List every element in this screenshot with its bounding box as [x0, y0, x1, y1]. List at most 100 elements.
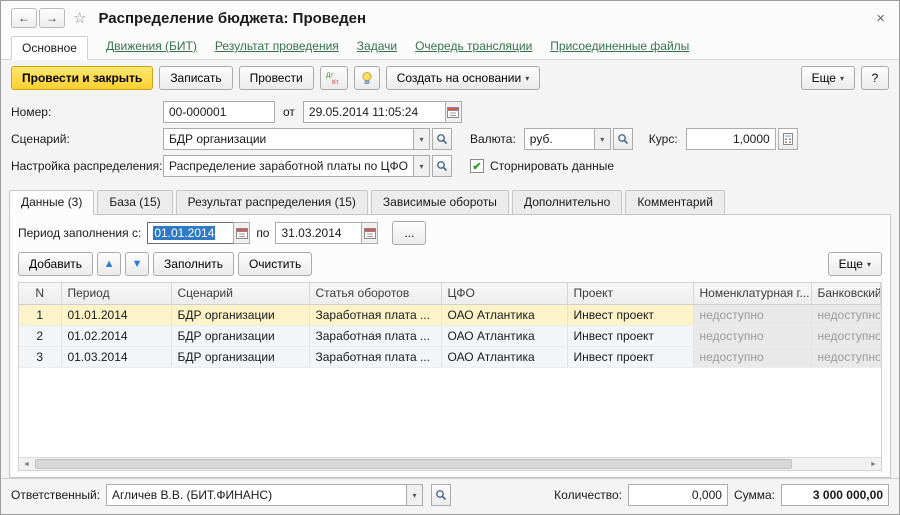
add-row-button[interactable]: Добавить [18, 252, 93, 276]
table-row[interactable]: 2 01.02.2014 БДР организации Заработная … [19, 325, 881, 346]
table-cell[interactable]: 01.03.2014 [61, 346, 171, 367]
create-on-basis-button[interactable]: Создать на основании ▾ [386, 66, 541, 90]
period-to-calendar-button[interactable] [361, 222, 378, 244]
move-row-down-button[interactable]: ▼ [125, 252, 149, 276]
table-cell[interactable]: 2 [19, 325, 61, 346]
table-cell[interactable]: БДР организации [171, 325, 309, 346]
storno-label: Сторнировать данные [490, 159, 614, 173]
table-cell: недоступно [693, 304, 811, 325]
responsible-input[interactable]: Агличев В.В. (БИТ.ФИНАНС) [106, 484, 406, 506]
table-cell[interactable]: Заработная плата ... [309, 304, 441, 325]
rate-calculator-button[interactable] [778, 128, 798, 150]
nav-link-attached-files[interactable]: Присоединенные файлы [550, 39, 689, 59]
create-on-basis-label: Создать на основании [397, 71, 522, 85]
footer-bar: Ответственный: Агличев В.В. (БИТ.ФИНАНС)… [1, 478, 899, 514]
scenario-open-button[interactable] [432, 128, 452, 150]
currency-input[interactable]: руб. [524, 128, 594, 150]
sum-input[interactable]: 3 000 000,00 [781, 484, 889, 506]
scrollbar-track[interactable] [34, 458, 866, 470]
table-row[interactable]: 3 01.03.2014 БДР организации Заработная … [19, 346, 881, 367]
help-button[interactable]: ? [861, 66, 889, 90]
table-cell[interactable]: Заработная плата ... [309, 325, 441, 346]
table-cell[interactable]: БДР организации [171, 304, 309, 325]
dtkt-button[interactable]: Дт Кт [320, 66, 348, 90]
table-cell[interactable]: Заработная плата ... [309, 346, 441, 367]
period-to-input[interactable]: 31.03.2014 [275, 222, 361, 244]
table-cell[interactable]: ОАО Атлантика [441, 304, 567, 325]
column-header-cfo[interactable]: ЦФО [441, 283, 567, 304]
column-header-scenario[interactable]: Сценарий [171, 283, 309, 304]
number-label: Номер: [11, 105, 163, 119]
table-cell[interactable]: ОАО Атлантика [441, 346, 567, 367]
tab-distribution-result[interactable]: Результат распределения (15) [176, 190, 368, 215]
column-header-n[interactable]: N [19, 283, 61, 304]
currency-open-button[interactable] [613, 128, 633, 150]
table-cell[interactable]: ОАО Атлантика [441, 325, 567, 346]
table-cell[interactable]: 3 [19, 346, 61, 367]
table-cell[interactable]: Инвест проект [567, 304, 693, 325]
table-more-button[interactable]: Еще ▾ [828, 252, 882, 276]
distribution-setting-dropdown-button[interactable]: ▾ [413, 155, 430, 177]
column-header-period[interactable]: Период [61, 283, 171, 304]
scrollbar-thumb[interactable] [35, 459, 792, 469]
fill-button[interactable]: Заполнить [153, 252, 234, 276]
data-table: N Период Сценарий Статья оборотов ЦФО Пр… [19, 283, 881, 368]
more-button[interactable]: Еще ▾ [801, 66, 855, 90]
distribution-setting-input[interactable]: Распределение заработной платы по ЦФО [163, 155, 413, 177]
lamp-button[interactable] [354, 66, 380, 90]
document-date-input[interactable]: 29.05.2014 11:05:24 [303, 101, 445, 123]
table-cell[interactable]: 1 [19, 304, 61, 325]
distribution-setting-open-button[interactable] [432, 155, 452, 177]
table-header-row: N Период Сценарий Статья оборотов ЦФО Пр… [19, 283, 881, 304]
clear-button[interactable]: Очистить [238, 252, 312, 276]
forward-button[interactable]: → [39, 8, 65, 28]
tab-comment[interactable]: Комментарий [625, 190, 725, 215]
scroll-right-button[interactable]: ► [866, 458, 881, 470]
close-icon[interactable]: × [872, 10, 889, 27]
horizontal-scrollbar[interactable]: ◄ ► [19, 457, 881, 470]
scroll-right-icon: ► [870, 461, 877, 468]
magnifier-icon [436, 133, 448, 145]
column-header-project[interactable]: Проект [567, 283, 693, 304]
nav-link-movements[interactable]: Движения (БИТ) [106, 39, 197, 59]
table-cell[interactable]: БДР организации [171, 346, 309, 367]
scenario-input[interactable]: БДР организации [163, 128, 413, 150]
currency-dropdown-button[interactable]: ▾ [594, 128, 611, 150]
period-from-calendar-button[interactable] [233, 222, 250, 244]
tab-dependent-turnovers[interactable]: Зависимые обороты [371, 190, 509, 215]
favorite-star-icon[interactable]: ☆ [73, 9, 86, 27]
table-cell[interactable]: 01.02.2014 [61, 325, 171, 346]
table-cell[interactable]: Инвест проект [567, 325, 693, 346]
tab-additional[interactable]: Дополнительно [512, 190, 622, 215]
nav-link-translation-queue[interactable]: Очередь трансляции [415, 39, 532, 59]
table-row[interactable]: 1 01.01.2014 БДР организации Заработная … [19, 304, 881, 325]
write-button[interactable]: Записать [159, 66, 232, 90]
back-button[interactable]: ← [11, 8, 37, 28]
nav-link-tasks[interactable]: Задачи [357, 39, 397, 59]
post-and-close-button[interactable]: Провести и закрыть [11, 66, 153, 90]
period-ellipsis-button[interactable]: ... [392, 221, 426, 245]
nav-tab-main[interactable]: Основное [11, 36, 88, 60]
table-cell[interactable]: 01.01.2014 [61, 304, 171, 325]
rate-input[interactable]: 1,0000 [686, 128, 776, 150]
tab-base[interactable]: База (15) [97, 190, 172, 215]
quantity-input[interactable]: 0,000 [628, 484, 728, 506]
responsible-open-button[interactable] [431, 484, 451, 506]
period-from-input[interactable]: 01.01.2014 [147, 222, 233, 244]
column-header-nomenclature-group[interactable]: Номенклатурная г... [693, 283, 811, 304]
column-header-turnover-item[interactable]: Статья оборотов [309, 283, 441, 304]
nav-link-posting-result[interactable]: Результат проведения [215, 39, 339, 59]
move-row-up-button[interactable]: ▲ [97, 252, 121, 276]
chevron-down-icon: ▾ [413, 491, 417, 500]
chevron-down-icon: ▾ [525, 74, 529, 83]
table-cell[interactable]: Инвест проект [567, 346, 693, 367]
post-button[interactable]: Провести [239, 66, 314, 90]
column-header-bank-account[interactable]: Банковский сч... [811, 283, 881, 304]
scenario-dropdown-button[interactable]: ▾ [413, 128, 430, 150]
tab-data[interactable]: Данные (3) [9, 190, 94, 215]
storno-checkbox[interactable]: ✔ [470, 159, 484, 173]
responsible-dropdown-button[interactable]: ▾ [406, 484, 423, 506]
number-input[interactable]: 00-000001 [163, 101, 275, 123]
document-date-calendar-button[interactable] [445, 101, 462, 123]
scroll-left-button[interactable]: ◄ [19, 458, 34, 470]
